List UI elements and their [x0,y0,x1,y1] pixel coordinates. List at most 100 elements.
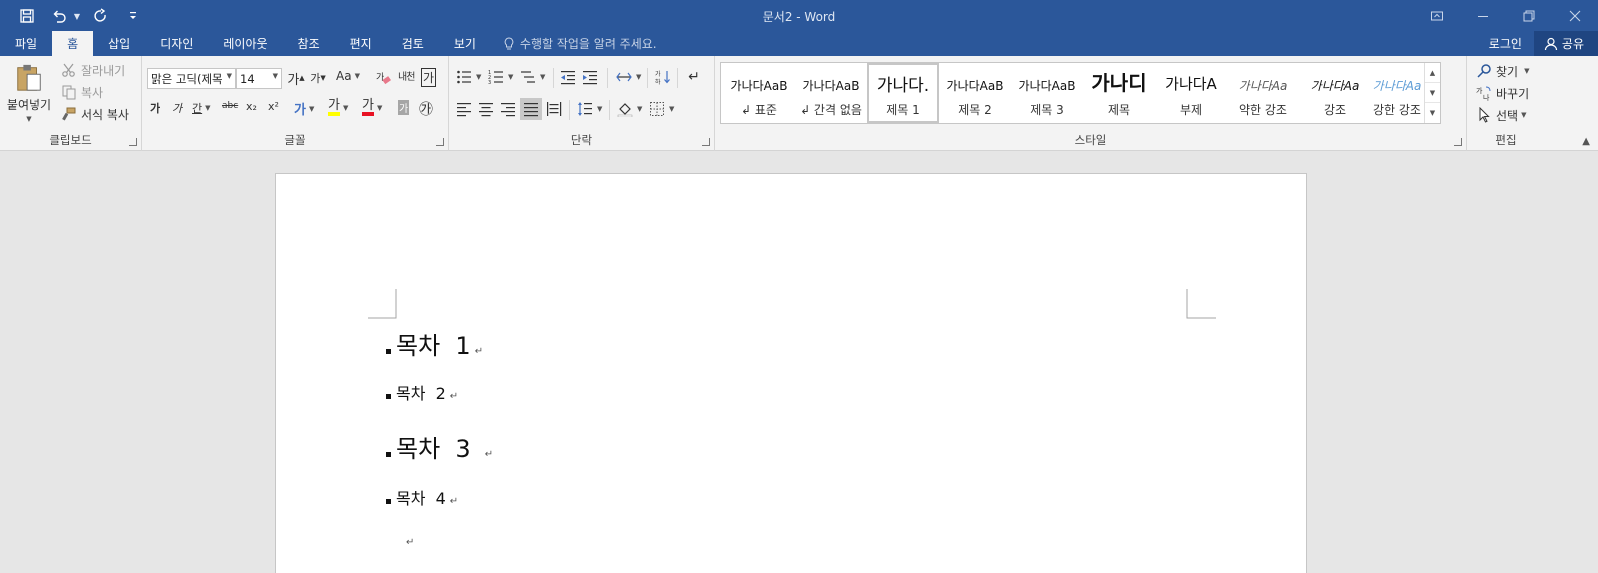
grow-font-button[interactable]: 가 ▲ [287,69,305,88]
tell-me-box[interactable]: 수행할 작업을 알려 주세요. [491,31,657,56]
replace-label: 바꾸기 [1496,86,1530,101]
borders-button[interactable]: ▼ [648,100,674,118]
clear-formatting-button[interactable]: 가 [374,69,392,87]
paste-button[interactable]: 붙여넣기 ▼ [5,62,53,124]
justify-button[interactable] [520,98,542,120]
style-subtitle[interactable]: 가나다A 부제 [1155,63,1227,123]
document-line-3[interactable]: 목차 3 ↵ [386,429,493,464]
bullet-marker [386,394,391,399]
paragraph-dialog-launcher-icon[interactable] [702,138,710,146]
tab-layout[interactable]: 레이아웃 [208,31,282,56]
increase-indent-button[interactable] [581,68,599,86]
font-color-button[interactable]: 가 ▼ [362,99,382,116]
text-effects-label: 가 [294,103,306,118]
replace-button[interactable]: 가나 바꾸기 [1475,84,1529,102]
styles-dialog-launcher-icon[interactable] [1454,138,1462,146]
document-line-1[interactable]: 목차 1 ↵ [386,326,483,361]
italic-button[interactable]: 가 [172,100,182,116]
superscript-button[interactable]: x² [268,100,279,113]
style-heading-3-sample: 가나다AaB [1018,79,1076,93]
gallery-scroll-up-icon[interactable]: ▲ [1425,63,1440,83]
shrink-font-button[interactable]: 가 ▼ [309,69,327,87]
sort-button[interactable]: 가하 [654,68,672,86]
tab-mailings[interactable]: 편지 [335,31,387,56]
align-right-icon [499,100,517,118]
show-formatting-marks-button[interactable]: ↵ [685,68,703,86]
highlight-button[interactable]: 가 ▼ [328,99,348,116]
tab-review[interactable]: 검토 [387,31,439,56]
tab-references[interactable]: 참조 [283,31,335,56]
character-shading-button[interactable]: 가 [398,100,410,115]
copy-button[interactable]: 복사 [60,83,103,101]
font-name-dropdown-icon[interactable]: ▼ [227,72,232,80]
paragraph-group: ▼ 1 2 3 ▼ ▼ ▼ 가하 ↵ ▼ ▼ ▼ 단락 [449,56,715,151]
distributed-align-button[interactable] [545,100,563,118]
find-button[interactable]: 찾기 ▼ [1475,62,1529,80]
close-icon[interactable] [1552,0,1598,31]
paste-dropdown-icon[interactable]: ▼ [26,115,31,123]
superscript-label: x² [268,100,279,113]
align-left-button[interactable] [455,100,473,118]
font-name-combo[interactable]: 맑은 고딕(제목 ▼ [147,68,236,89]
document-line-2[interactable]: 목차 2 ↵ [386,380,458,404]
restore-icon[interactable] [1506,0,1552,31]
style-no-spacing[interactable]: 가나다AaB ↲ 간격 없음 [795,63,867,123]
font-dialog-launcher-icon[interactable] [436,138,444,146]
line-spacing-button[interactable]: ▼ [576,100,602,118]
multilevel-list-button[interactable]: ▼ [519,68,545,86]
multilevel-list-icon [519,68,537,86]
style-heading-3[interactable]: 가나다AaB 제목 3 [1011,63,1083,123]
share-button[interactable]: 공유 [1533,31,1598,56]
tab-home[interactable]: 홈 [52,31,94,56]
tab-design[interactable]: 디자인 [145,31,208,56]
change-case-button[interactable]: Aa ▼ [336,69,360,83]
align-center-button[interactable] [477,100,495,118]
login-link[interactable]: 로그인 [1477,35,1534,52]
styles-group-label: 스타일 [1074,133,1107,147]
collapse-ribbon-icon[interactable]: ▲ [1582,136,1590,147]
style-heading-1[interactable]: 가나다. 제목 1 [867,63,939,123]
ribbon-tab-bar: 파일 홈 삽입 디자인 레이아웃 참조 편지 검토 보기 수행할 작업을 알려 … [0,31,1598,56]
select-button[interactable]: 선택 ▼ [1475,106,1526,124]
clipboard-dialog-launcher-icon[interactable] [129,138,137,146]
tab-file[interactable]: 파일 [0,31,52,56]
style-normal[interactable]: 가나다AaB ↲ 표준 [723,63,795,123]
font-size-combo[interactable]: 14 ▼ [236,68,282,89]
font-size-dropdown-icon[interactable]: ▼ [273,72,278,80]
underline-button[interactable]: 간 ▼ [192,100,211,116]
ribbon-display-options-icon[interactable] [1414,0,1460,31]
shading-button[interactable]: ▼ [616,100,642,118]
subscript-button[interactable]: x₂ [246,100,257,113]
grow-font-icon: 가 ▲ [287,69,305,88]
align-right-button[interactable] [499,100,517,118]
distributed-indent-button[interactable]: ▼ [615,68,641,86]
tab-insert[interactable]: 삽입 [93,31,145,56]
decrease-indent-button[interactable] [559,68,577,86]
borders-icon [648,100,666,118]
text-effects-button[interactable]: 가 ▼ [294,99,314,118]
numbering-button[interactable]: 1 2 3 ▼ [487,68,513,86]
format-painter-button[interactable]: 서식 복사 [60,105,129,123]
phonetic-guide-button[interactable]: 내천 [398,68,415,83]
minimize-icon[interactable] [1460,0,1506,31]
bold-button[interactable]: 가 [150,100,160,116]
document-page[interactable]: 목차 1 ↵ 목차 2 ↵ 목차 3 ↵ 목차 4 ↵ ↵ [275,173,1307,573]
gallery-scroll-down-icon[interactable]: ▼ [1425,83,1440,103]
style-emphasis[interactable]: 가나다Aa 강조 [1299,63,1371,123]
tab-view[interactable]: 보기 [439,31,491,56]
shrink-font-icon: 가 ▼ [310,72,326,85]
style-normal-name: ↲ 표준 [741,103,777,117]
character-border-button[interactable]: 가 [421,68,437,87]
strikethrough-button[interactable]: abc [222,101,238,111]
line-4-text: 목차 4 [396,489,446,508]
style-intense-emphasis[interactable]: 가나다Aa 강한 강조 [1371,63,1423,123]
cut-button[interactable]: 잘라내기 [60,61,125,79]
document-line-4[interactable]: 목차 4 ↵ [386,485,458,509]
document-empty-line[interactable]: ↵ [402,537,414,548]
style-heading-2[interactable]: 가나다AaB 제목 2 [939,63,1011,123]
gallery-more-icon[interactable]: ▼ [1425,103,1440,123]
style-title[interactable]: 가나디 제목 [1083,63,1155,123]
style-subtle-emphasis[interactable]: 가나다Aa 약한 강조 [1227,63,1299,123]
enclose-characters-button[interactable]: ㉮ [419,99,433,119]
bullets-button[interactable]: ▼ [455,68,481,86]
